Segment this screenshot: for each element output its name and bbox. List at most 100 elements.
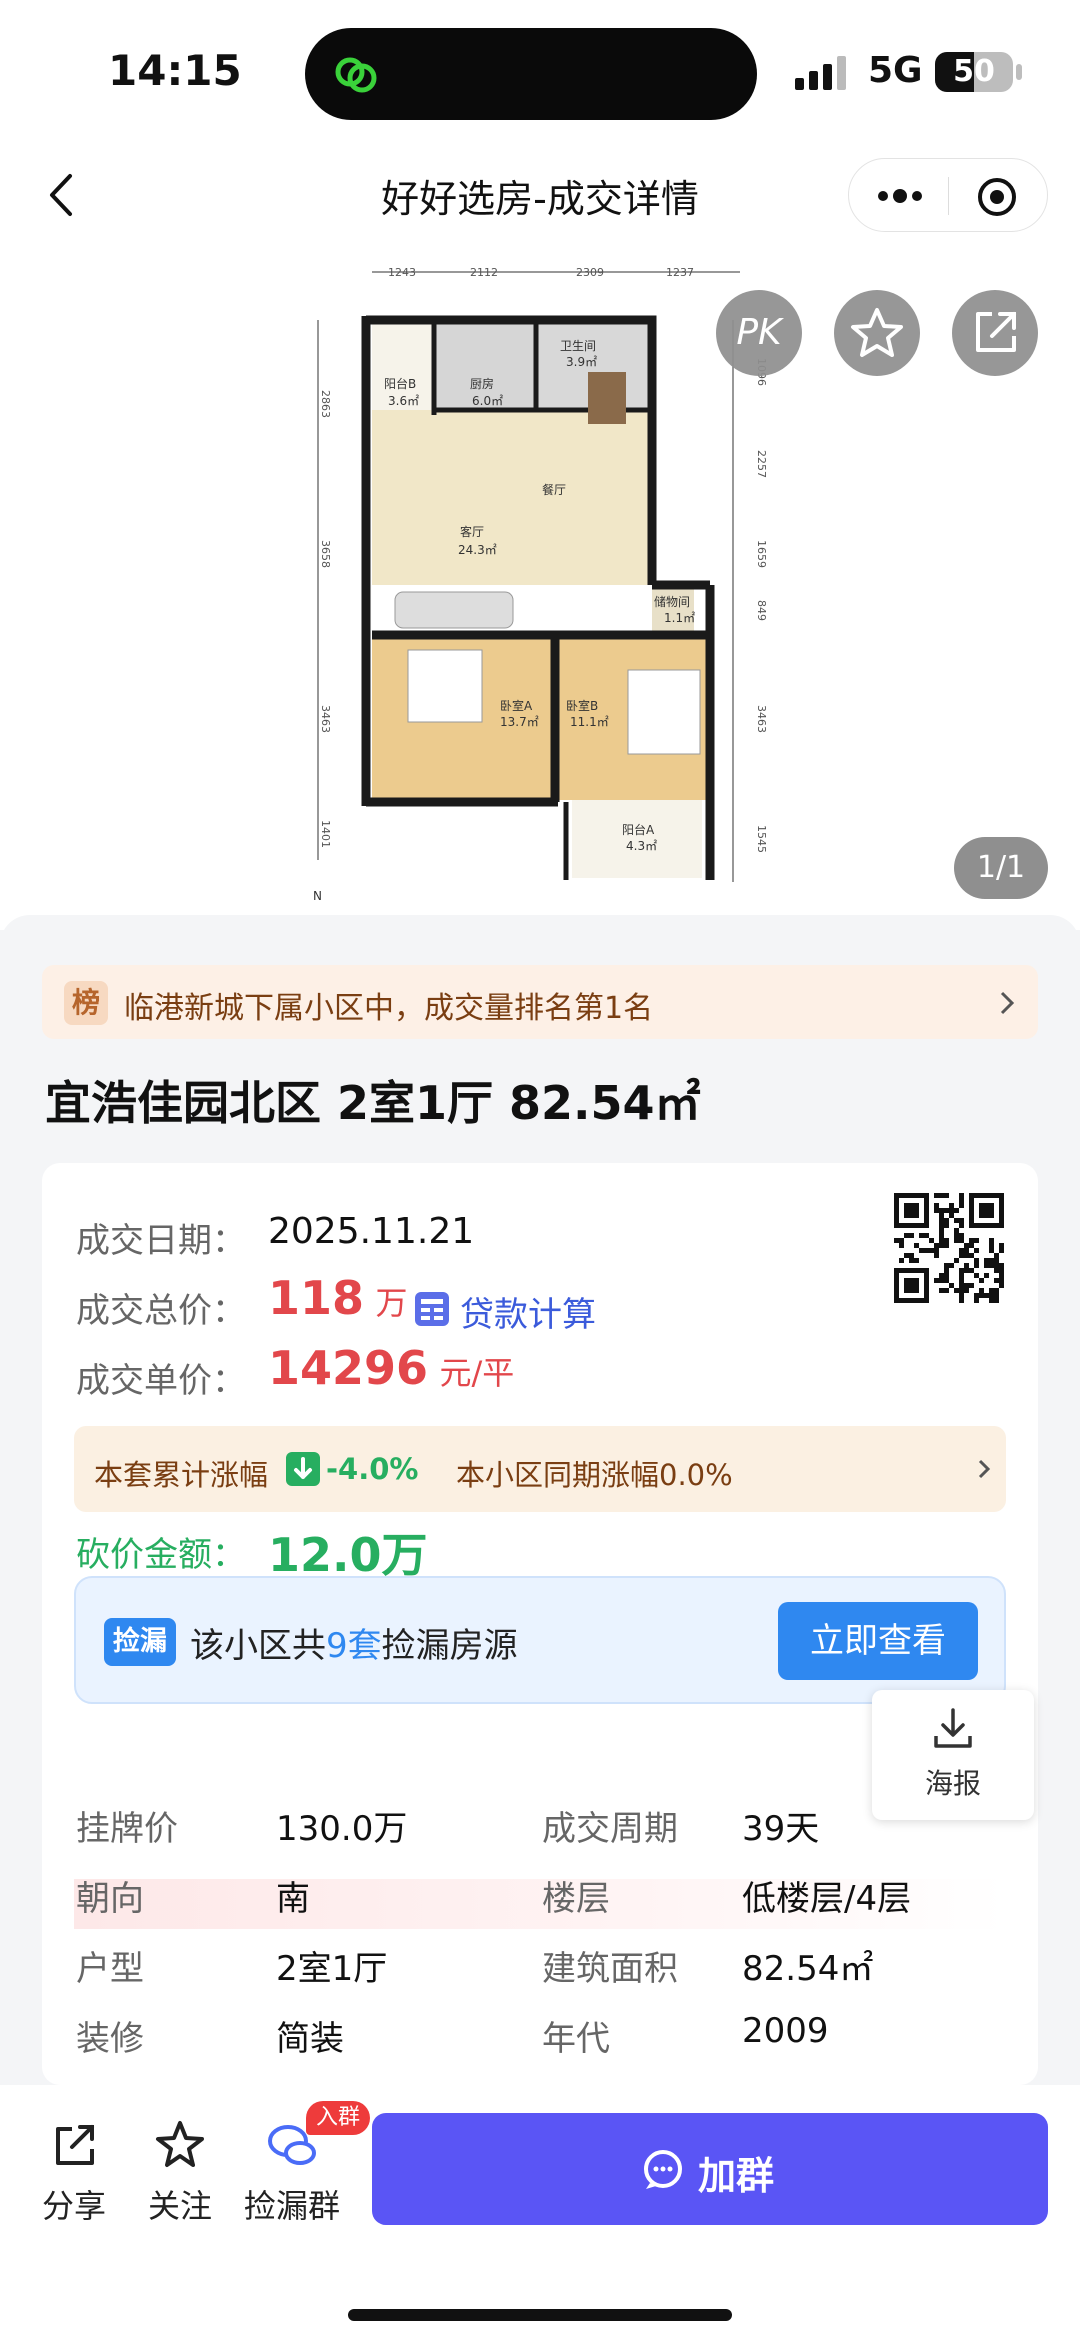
chevron-right-icon	[978, 1459, 991, 1479]
cumulative-rise-value: -4.0%	[326, 1452, 419, 1486]
dim-top-3: 2309	[576, 266, 604, 279]
detail-value: 2009	[742, 2011, 829, 2051]
join-group-label: 加群	[698, 2154, 775, 2198]
view-now-button[interactable]: 立即查看	[778, 1602, 978, 1680]
follow-button[interactable]: 关注	[148, 2117, 212, 2227]
more-dots-icon[interactable]	[875, 184, 925, 208]
detail-sheet: 榜 临港新城下属小区中，成交量排名第1名 宜浩佳园北区 2室1厅 82.54㎡ …	[0, 915, 1080, 2085]
dim-left-2: 3658	[319, 540, 332, 568]
loan-calculator-label: 贷款计算	[460, 1295, 596, 1335]
battery-tip	[1016, 64, 1022, 80]
total-price-unit: 万	[375, 1284, 408, 1322]
share-icon	[56, 2125, 94, 2165]
unit-price-value: 14296	[268, 1341, 429, 1395]
dim-top-2: 2112	[470, 266, 498, 279]
room-dining: 餐厅	[542, 482, 566, 497]
room-kitchen: 厨房	[470, 376, 494, 391]
ranking-text: 临港新城下属小区中，成交量排名第1名	[124, 991, 654, 1026]
bargain-text: 该小区共9套捡漏房源	[190, 1618, 518, 1667]
detail-value: 39天	[742, 1809, 820, 1849]
bargain-text-suffix: 捡漏房源	[381, 1626, 518, 1666]
dim-right-3: 1659	[755, 540, 768, 568]
join-group-badge: 入群	[306, 2101, 371, 2135]
share-external-icon	[976, 312, 1016, 352]
dim-right-4: 849	[755, 600, 768, 621]
join-group-button[interactable]: 加群	[372, 2113, 1048, 2225]
detail-label: 朝向	[76, 1879, 144, 1919]
room-balcony-b: 阳台B	[384, 376, 416, 391]
room-bedroom-a: 卧室A	[500, 698, 533, 713]
follow-label: 关注	[148, 2187, 213, 2225]
ranking-banner[interactable]: 榜 临港新城下属小区中，成交量排名第1名	[42, 965, 1038, 1039]
detail-label: 装修	[76, 2019, 144, 2059]
share-floorplan-button[interactable]	[952, 290, 1038, 376]
detail-value: 简装	[276, 2019, 344, 2059]
bargain-count: 9套	[326, 1626, 382, 1666]
detail-label: 建筑面积	[542, 1949, 678, 1989]
unit-price-unit: 元/平	[439, 1354, 515, 1392]
status-time: 14:15	[108, 46, 242, 95]
house-title: 宜浩佳园北区 2室1厅 82.54㎡	[45, 1076, 701, 1130]
detail-label: 挂牌价	[76, 1809, 178, 1849]
chat-bubble-icon	[644, 2150, 682, 2189]
miniprogram-capsule	[848, 158, 1048, 232]
detail-label: 成交周期	[542, 1809, 678, 1849]
detail-value: 82.54㎡	[742, 1949, 874, 1989]
nav-bar: 好好选房-成交详情	[0, 140, 1080, 250]
calculator-icon	[415, 1292, 449, 1326]
room-living-area: 24.3㎡	[458, 543, 497, 557]
dim-right-5: 3463	[755, 705, 768, 733]
dim-right-6: 1545	[755, 825, 768, 853]
dim-top-1: 1243	[388, 266, 416, 279]
deal-date-value: 2025.11.21	[268, 1211, 475, 1252]
room-bedroom-b: 卧室B	[566, 698, 598, 713]
chevron-right-icon	[1000, 991, 1015, 1015]
compass-north: N	[313, 889, 322, 903]
detail-value: 低楼层/4层	[742, 1879, 912, 1919]
battery-text: 50	[953, 54, 995, 89]
detail-label: 楼层	[542, 1879, 610, 1919]
total-price-value: 118	[268, 1271, 365, 1325]
qr-code	[894, 1193, 1004, 1303]
community-rise: 本小区同期涨幅0.0%	[456, 1458, 733, 1492]
network-type: 5G	[868, 50, 923, 91]
floor-plan-viewer[interactable]: 1243 2112 2309 1237 2863 3658 3463 1401 …	[0, 250, 1080, 930]
room-bedroom-a-area: 13.7㎡	[500, 715, 539, 729]
bargain-tag: 捡漏	[104, 1618, 176, 1666]
poster-button[interactable]: 海报	[872, 1690, 1034, 1820]
pk-compare-button[interactable]: PK	[716, 290, 802, 376]
ranking-tag: 榜	[64, 981, 108, 1025]
share-button[interactable]: 分享	[42, 2117, 106, 2227]
star-icon	[851, 308, 903, 357]
dynamic-island	[305, 28, 757, 120]
dim-top-4: 1237	[666, 266, 694, 279]
price-change-banner[interactable]: 本套累计涨幅 -4.0% 本小区同期涨幅0.0%	[74, 1426, 1006, 1512]
detail-label: 年代	[542, 2019, 610, 2059]
home-indicator	[348, 2309, 732, 2321]
bargain-listings-banner[interactable]: 捡漏 该小区共9套捡漏房源 立即查看	[74, 1576, 1006, 1704]
share-label: 分享	[42, 2187, 107, 2225]
poster-label: 海报	[924, 1767, 981, 1800]
room-balcony-b-area: 3.6㎡	[388, 394, 419, 408]
room-balcony-a-area: 4.3㎡	[626, 839, 657, 853]
total-price-label: 成交总价：	[76, 1291, 246, 1331]
cumulative-rise-label: 本套累计涨幅	[94, 1458, 269, 1492]
bargain-group-label: 捡漏群	[244, 2187, 341, 2225]
room-balcony-a: 阳台A	[622, 822, 655, 837]
favorite-button[interactable]	[834, 290, 920, 376]
star-icon	[156, 2121, 204, 2167]
close-miniprogram-icon[interactable]	[975, 175, 1019, 219]
dim-left-3: 3463	[319, 705, 332, 733]
detail-label: 户型	[76, 1949, 144, 1989]
deal-info-card: 成交日期： 2025.11.21 成交总价： 118 万 贷款计算 成交单价： …	[42, 1163, 1038, 2085]
bargain-text-prefix: 该小区共	[190, 1626, 326, 1666]
battery-icon: 50	[935, 52, 1013, 92]
loan-calculator-button[interactable]: 贷款计算	[414, 1283, 596, 1335]
dim-left-4: 1401	[319, 820, 332, 848]
price-cut-label: 砍价金额：	[76, 1535, 246, 1575]
room-kitchen-area: 6.0㎡	[472, 394, 503, 408]
capsule-divider	[948, 177, 949, 215]
detail-value: 2室1厅	[276, 1949, 388, 1989]
room-bathroom-area: 3.9㎡	[566, 355, 597, 369]
unit-price-label: 成交单价：	[76, 1361, 246, 1401]
